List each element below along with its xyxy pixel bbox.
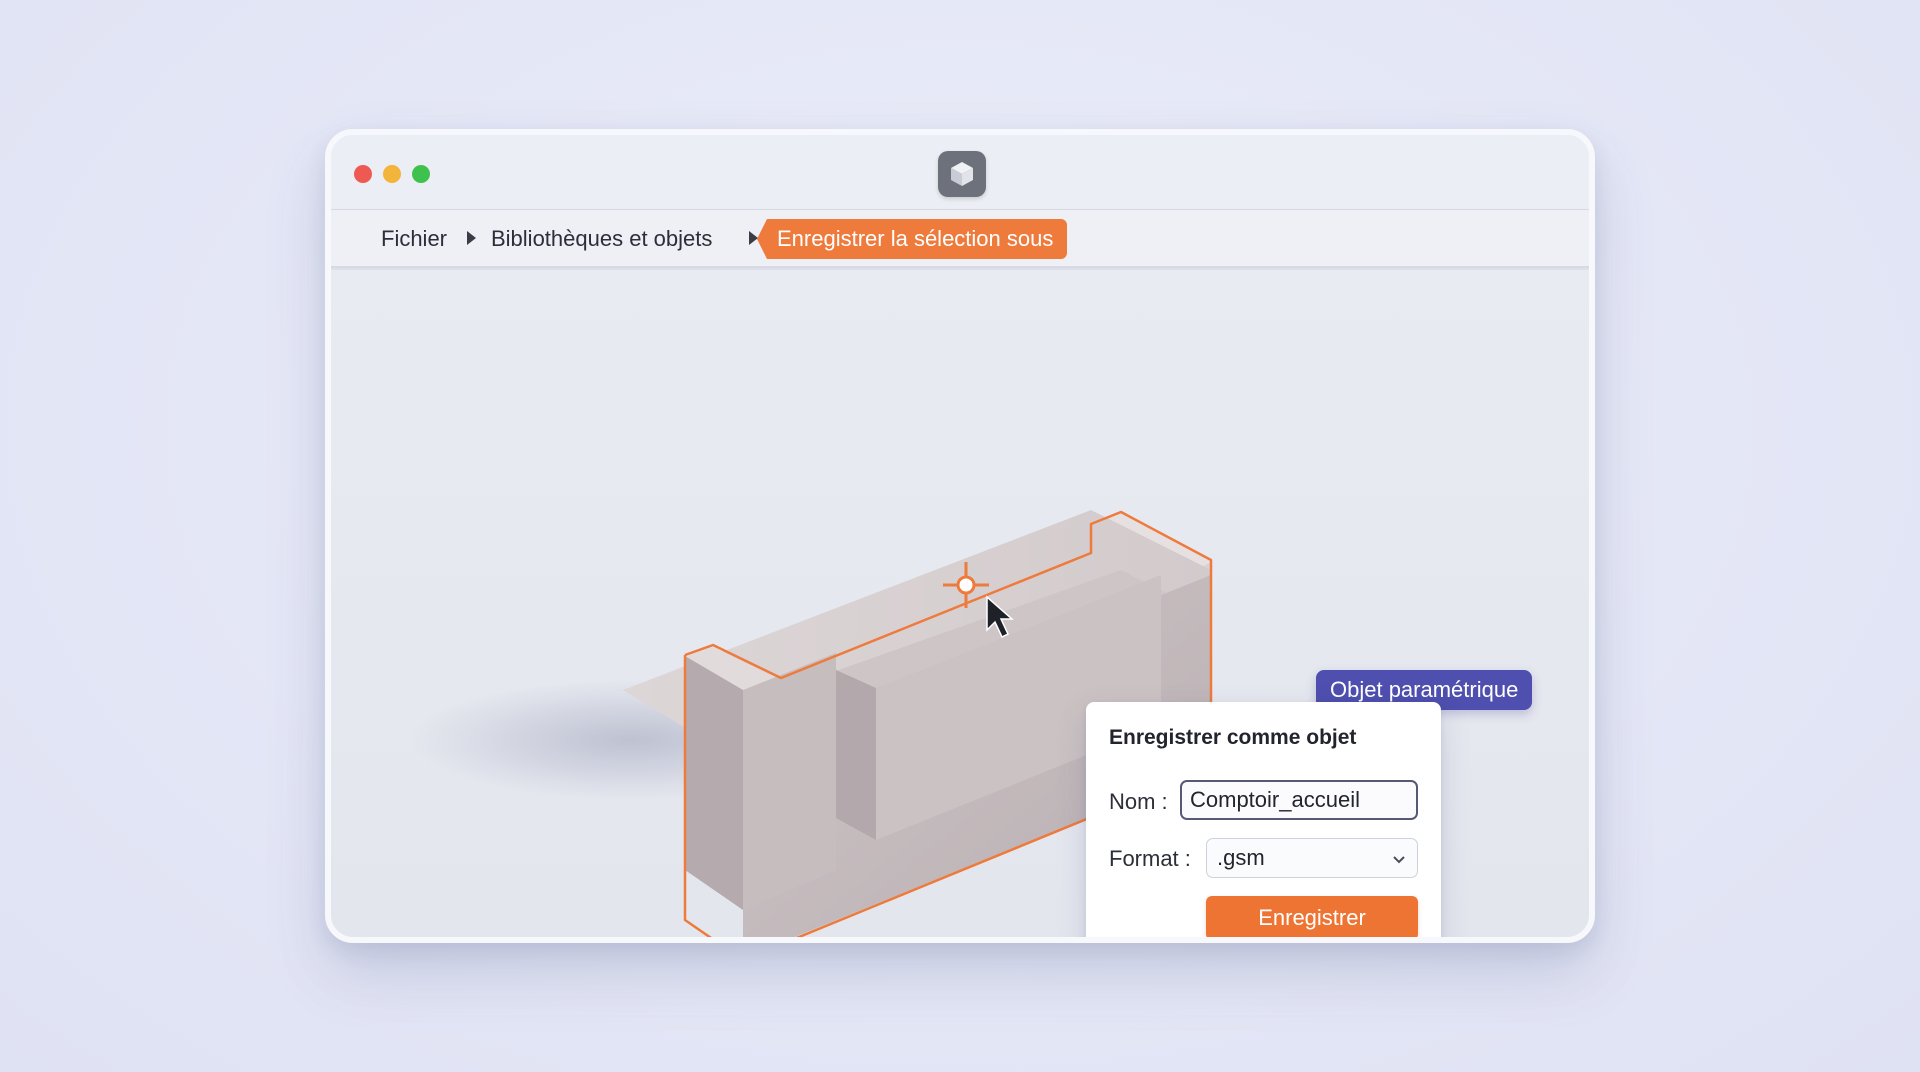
counter-left-wing bbox=[685, 656, 743, 910]
breadcrumb: Fichier Bibliothèques et objets Enregist… bbox=[331, 210, 1589, 268]
caret-right-icon bbox=[467, 231, 476, 245]
maximize-window-button[interactable] bbox=[412, 165, 430, 183]
close-window-button[interactable] bbox=[354, 165, 372, 183]
3d-viewport[interactable]: Objet paramétrique Enregistrer comme obj… bbox=[331, 270, 1589, 937]
minimize-window-button[interactable] bbox=[383, 165, 401, 183]
breadcrumb-item-fichier[interactable]: Fichier bbox=[381, 223, 447, 255]
save-as-object-dialog: Enregistrer comme objet Nom : Format : .… bbox=[1086, 702, 1441, 937]
cube-icon bbox=[938, 151, 986, 197]
breadcrumb-item-enregistrer-selection[interactable]: Enregistrer la sélection sous bbox=[757, 219, 1068, 259]
app-window: Fichier Bibliothèques et objets Enregist… bbox=[325, 129, 1595, 943]
save-button[interactable]: Enregistrer bbox=[1206, 896, 1418, 937]
breadcrumb-item-bibliotheques[interactable]: Bibliothèques et objets bbox=[491, 223, 712, 255]
format-label: Format : bbox=[1109, 846, 1191, 871]
caret-right-icon bbox=[749, 231, 758, 245]
format-select-value: .gsm bbox=[1217, 845, 1265, 870]
dialog-title: Enregistrer comme objet bbox=[1109, 726, 1357, 749]
name-label: Nom : bbox=[1109, 789, 1168, 814]
title-bar bbox=[331, 135, 1589, 210]
format-select[interactable]: .gsm bbox=[1206, 838, 1418, 878]
name-input[interactable] bbox=[1180, 780, 1418, 820]
chevron-down-icon bbox=[1393, 856, 1405, 864]
